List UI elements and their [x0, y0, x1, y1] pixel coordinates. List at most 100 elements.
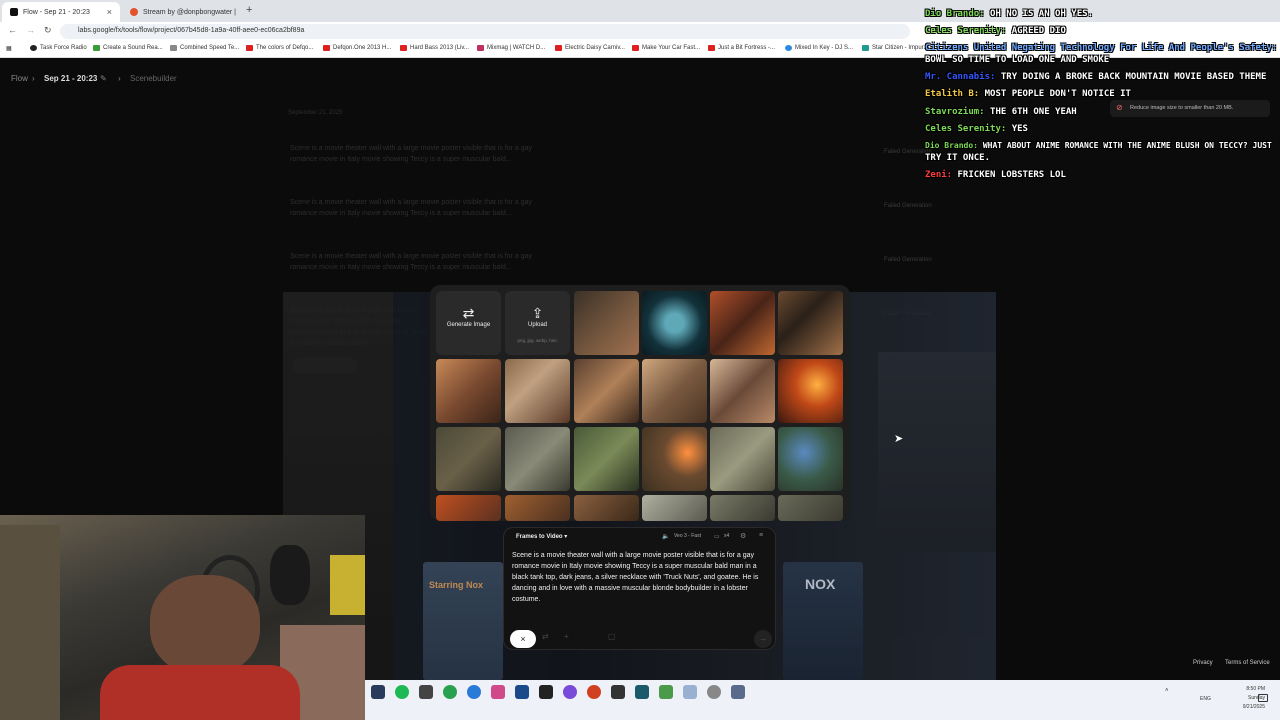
image-thumbnail[interactable]: [710, 495, 775, 521]
image-thumbnail[interactable]: [642, 427, 707, 491]
image-thumbnail[interactable]: [778, 427, 843, 491]
image-thumbnail[interactable]: [778, 495, 843, 521]
chat-message: Celes Serenity: yes: [925, 124, 1028, 134]
image-thumbnail[interactable]: [710, 359, 775, 423]
browser-tab-flow[interactable]: Flow - Sep 21 - 20:23 ×: [2, 2, 120, 22]
bookmark-item[interactable]: Make Your Car Fast...: [632, 45, 700, 51]
image-thumbnail[interactable]: [642, 495, 707, 521]
spotify-icon[interactable]: [395, 685, 409, 699]
bookmark-icon: [477, 45, 484, 51]
image-thumbnail[interactable]: [436, 427, 501, 491]
model-selector[interactable]: Veo 3 - Fast: [674, 533, 701, 539]
chat-message: Dio Brando: What about anime romance wit…: [925, 141, 1272, 150]
language-indicator[interactable]: ENG: [1200, 696, 1211, 702]
breadcrumb-root[interactable]: Flow: [11, 74, 28, 83]
breadcrumb-section[interactable]: Scenebuilder: [130, 74, 177, 83]
image-thumbnail[interactable]: [574, 495, 639, 521]
prompt-panel: Frames to Video ▾ 🔈 Veo 3 - Fast ▭ x4 ⚙ …: [503, 527, 776, 650]
app-icon[interactable]: [683, 685, 697, 699]
bookmark-item[interactable]: Electric Daisy Carniv...: [555, 45, 625, 51]
image-thumbnail[interactable]: [710, 427, 775, 491]
swap-icon[interactable]: ⇄: [542, 632, 549, 641]
image-thumbnail[interactable]: [642, 291, 707, 355]
mode-dropdown[interactable]: Frames to Video ▾: [516, 533, 567, 540]
back-icon[interactable]: ←: [8, 25, 17, 35]
bookmark-item[interactable]: Star Citizen - Impur...: [862, 45, 928, 51]
chat-message: Mr. Cannabis: try doing a broke back mou…: [925, 72, 1267, 82]
chat-message: Zeni: fricken lobsters lol: [925, 170, 1066, 180]
bookmark-item[interactable]: The colors of Defqo...: [246, 45, 313, 51]
clear-frame-button[interactable]: ×: [510, 630, 536, 648]
app-icon[interactable]: [635, 685, 649, 699]
failed-status: Failed Generation: [884, 257, 932, 263]
bookmark-icon: [30, 45, 37, 51]
image-thumbnail[interactable]: [642, 359, 707, 423]
app-icon[interactable]: [467, 685, 481, 699]
settings-icon[interactable]: ⚙: [740, 532, 746, 540]
app-icon[interactable]: [419, 685, 433, 699]
app-icon[interactable]: [515, 685, 529, 699]
image-thumbnail[interactable]: [574, 359, 639, 423]
app-icon[interactable]: [731, 685, 745, 699]
image-thumbnail[interactable]: [436, 359, 501, 423]
forward-icon[interactable]: →: [26, 25, 35, 35]
bookmark-item[interactable]: Mixmag | WATCH D...: [477, 45, 545, 51]
app-icon[interactable]: [611, 685, 625, 699]
tray-chevron-icon[interactable]: ˄: [1165, 688, 1169, 694]
terms-link[interactable]: Terms of Service: [1225, 660, 1270, 666]
reload-icon[interactable]: ↻: [44, 25, 52, 36]
new-tab-icon[interactable]: +: [246, 4, 252, 16]
image-thumbnail[interactable]: [574, 291, 639, 355]
edit-icon[interactable]: ✎: [100, 74, 107, 83]
app-icon[interactable]: [539, 685, 553, 699]
generate-image-button[interactable]: ⇄ Generate Image: [436, 291, 501, 355]
aspect-icon[interactable]: ▭: [714, 533, 720, 540]
image-thumbnail[interactable]: [778, 359, 843, 423]
close-tab-icon[interactable]: ×: [236, 7, 243, 17]
breadcrumb-project[interactable]: Sep 21 - 20:23: [44, 74, 97, 83]
image-thumbnail[interactable]: [710, 291, 775, 355]
browser-tab-stream[interactable]: Stream by @donpbongwater | ×: [122, 2, 242, 22]
bookmark-icon: [862, 45, 869, 51]
chrome-icon[interactable]: [587, 685, 601, 699]
send-button[interactable]: →: [754, 630, 772, 648]
bookmark-item[interactable]: Hard Bass 2013 (Liv...: [400, 45, 469, 51]
bookmark-item[interactable]: Combined Speed Te...: [170, 45, 239, 51]
bookmark-item[interactable]: Mixed In Key - DJ S...: [785, 45, 853, 51]
frame-icon[interactable]: ▢: [608, 632, 616, 641]
city-building-image: [878, 352, 996, 552]
settings-icon[interactable]: [707, 685, 721, 699]
notifications-icon[interactable]: [1258, 694, 1268, 702]
image-thumbnail[interactable]: [505, 495, 570, 521]
bookmark-item[interactable]: Defqon.One 2013 H...: [323, 45, 391, 51]
count-selector[interactable]: x4: [724, 533, 729, 539]
privacy-link[interactable]: Privacy: [1193, 660, 1213, 666]
add-icon[interactable]: +: [564, 632, 569, 641]
app-icon[interactable]: [491, 685, 505, 699]
audio-icon[interactable]: 🔈: [662, 533, 669, 540]
bookmark-icon: [170, 45, 177, 51]
close-tab-icon[interactable]: ×: [101, 7, 112, 17]
image-thumbnail[interactable]: [505, 359, 570, 423]
image-thumbnail[interactable]: [574, 427, 639, 491]
bookmark-item[interactable]: Create a Sound Rea...: [93, 45, 163, 51]
sliders-icon[interactable]: ≡: [759, 532, 763, 539]
prompt-textarea[interactable]: Scene is a movie theater wall with a lar…: [512, 550, 770, 605]
bookmark-icon: [93, 45, 100, 51]
image-picker-panel: ⇄ Generate Image ⇪ Upload png, jpg, webp…: [430, 285, 850, 521]
app-icon[interactable]: [371, 685, 385, 699]
app-icon[interactable]: [659, 685, 673, 699]
bookmark-item[interactable]: Just a Bit Fortress -...: [708, 45, 775, 51]
image-thumbnail[interactable]: [436, 495, 501, 521]
upload-button[interactable]: ⇪ Upload png, jpg, webp, heic: [505, 291, 570, 355]
bookmark-item[interactable]: Task Force Radio: [30, 45, 87, 51]
generate-image-icon: ⇄: [462, 305, 475, 321]
chat-message: Dio Brando: Oh no is an oh yes.: [925, 9, 1093, 19]
url-field[interactable]: labs.google/fx/tools/flow/project/067b45…: [60, 24, 910, 39]
app-icon[interactable]: [563, 685, 577, 699]
apps-icon[interactable]: ▦: [6, 45, 12, 52]
app-icon[interactable]: [443, 685, 457, 699]
chat-message: Citizens United Negating Technology For …: [925, 43, 1278, 53]
image-thumbnail[interactable]: [778, 291, 843, 355]
image-thumbnail[interactable]: [505, 427, 570, 491]
